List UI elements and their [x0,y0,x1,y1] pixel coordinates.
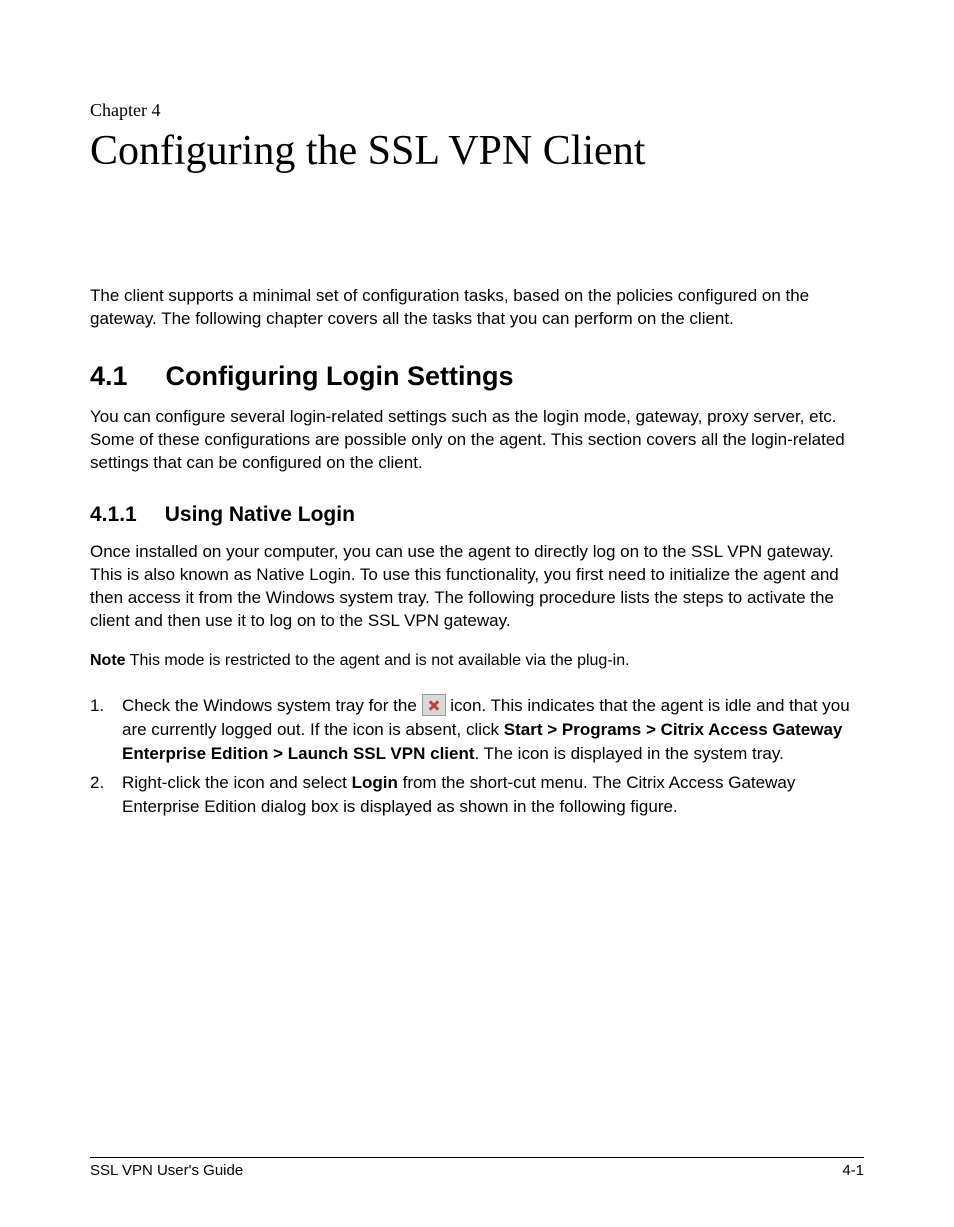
footer-divider [90,1157,864,1158]
step-1: Check the Windows system tray for the ic… [90,694,864,765]
note-label: Note [90,652,126,669]
citrix-agent-tray-icon [422,694,446,716]
section-title: Configuring Login Settings [166,361,514,391]
footer-page-number: 4-1 [842,1162,864,1179]
subsection-number: 4.1.1 [90,503,137,527]
section-heading-4-1: 4.1 Configuring Login Settings [90,361,864,392]
section-paragraph: You can configure several login-related … [90,406,864,475]
chapter-label: Chapter 4 [90,100,864,121]
section-number: 4.1 [90,361,128,392]
step-2: Right-click the icon and select Login fr… [90,771,864,819]
subsection-title: Using Native Login [165,503,355,526]
subsection-paragraph: Once installed on your computer, you can… [90,541,864,633]
steps-list: Check the Windows system tray for the ic… [90,694,864,819]
note-line: Note This mode is restricted to the agen… [90,650,864,672]
subsection-heading-4-1-1: 4.1.1 Using Native Login [90,503,864,527]
intro-paragraph: The client supports a minimal set of con… [90,285,864,331]
footer-guide-title: SSL VPN User's Guide [90,1162,243,1179]
step-2-login-label: Login [352,773,398,792]
chapter-title: Configuring the SSL VPN Client [90,127,864,175]
note-text: This mode is restricted to the agent and… [126,652,630,669]
step-2-text-pre: Right-click the icon and select [122,773,352,792]
step-1-text-pre: Check the Windows system tray for the [122,696,422,715]
page-footer: SSL VPN User's Guide 4-1 [90,1157,864,1179]
step-1-text-post: . The icon is displayed in the system tr… [475,744,784,763]
